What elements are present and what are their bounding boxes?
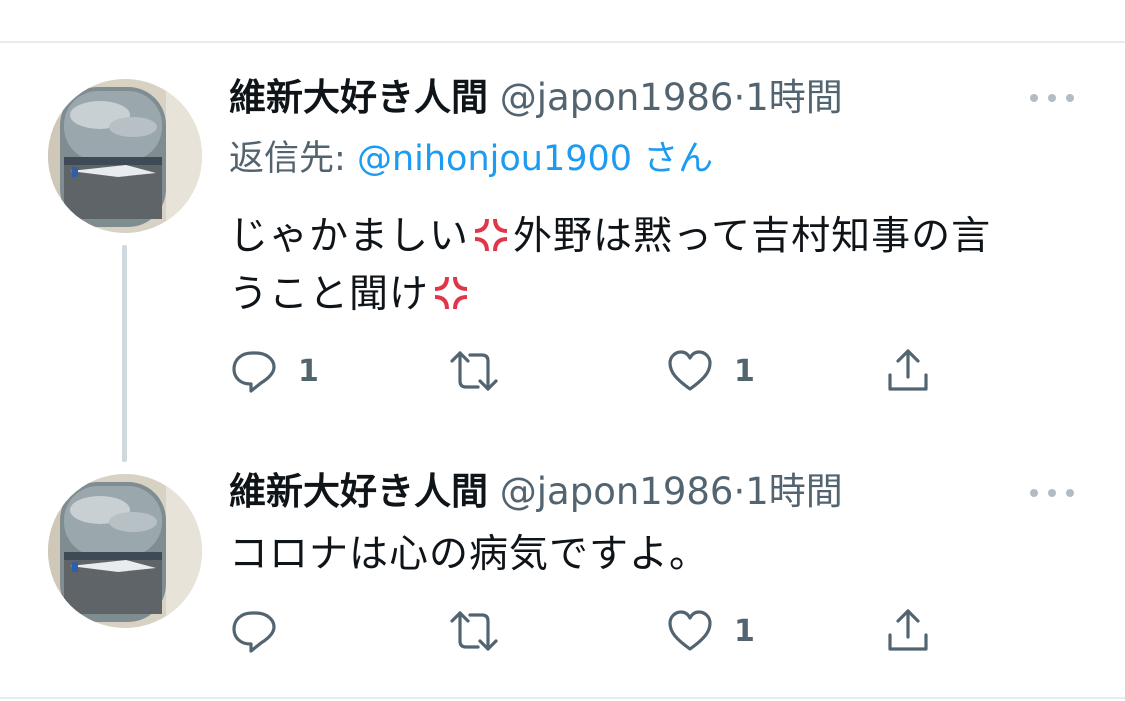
reply-button[interactable]: 1: [230, 347, 319, 395]
share-button[interactable]: [884, 607, 932, 655]
tweet-header: 維新大好き人間 @japon1986·1時間: [229, 74, 843, 122]
like-button[interactable]: 1: [666, 347, 755, 395]
tweet-text-part: 外野は黙って吉村知事の言: [513, 214, 992, 259]
reply-count: 1: [298, 353, 319, 389]
reply-to-label: 返信先:: [229, 139, 346, 179]
share-icon: [888, 609, 928, 651]
reply-icon: [232, 351, 276, 393]
like-button[interactable]: 1: [666, 607, 755, 655]
anger-symbol-emoji: [475, 219, 508, 251]
top-divider: [0, 41, 1125, 43]
author-name[interactable]: 維新大好き人間: [229, 76, 488, 119]
separator-dot: ·: [733, 470, 746, 513]
reply-button[interactable]: [230, 607, 278, 655]
tweet-actions: 1 1: [0, 347, 1125, 397]
reply-to-line: 返信先: @nihonjou1900 さん: [229, 135, 713, 183]
anger-symbol-emoji: [435, 277, 468, 309]
tweet-text-part: じゃかましい: [229, 214, 470, 259]
tweet-text-part: うこと聞け: [229, 272, 430, 317]
retweet-icon: [450, 611, 498, 651]
reply-to-mention[interactable]: @nihonjou1900 さん: [357, 139, 713, 179]
heart-icon: [668, 610, 712, 651]
avatar[interactable]: [48, 474, 202, 628]
retweet-button[interactable]: [446, 607, 502, 655]
avatar-image: [48, 474, 202, 628]
more-options-icon[interactable]: [1030, 483, 1074, 503]
author-handle[interactable]: @japon1986: [500, 470, 734, 513]
timestamp[interactable]: 1時間: [745, 76, 843, 119]
tweet-text: じゃかましい 外野は黙って吉村知事の言 うこと聞け: [229, 208, 1059, 324]
tweet-header: 維新大好き人間 @japon1986·1時間: [229, 468, 843, 516]
reply-icon: [232, 611, 276, 653]
avatar[interactable]: [48, 79, 202, 233]
retweet-icon: [450, 351, 498, 391]
author-handle[interactable]: @japon1986: [500, 76, 734, 119]
tweet-text: コロナは心の病気ですよ。: [229, 532, 710, 577]
like-count: 1: [734, 613, 755, 649]
more-options-icon[interactable]: [1030, 88, 1074, 108]
separator-dot: ·: [733, 76, 746, 119]
bottom-divider: [0, 697, 1125, 699]
tweet-actions: 1: [0, 607, 1125, 657]
avatar-image: [48, 79, 202, 233]
heart-icon: [668, 350, 712, 391]
share-button[interactable]: [884, 347, 932, 395]
like-count: 1: [734, 353, 755, 389]
timestamp[interactable]: 1時間: [745, 470, 843, 513]
author-name[interactable]: 維新大好き人間: [229, 470, 488, 513]
share-icon: [888, 349, 928, 391]
retweet-button[interactable]: [446, 347, 502, 395]
